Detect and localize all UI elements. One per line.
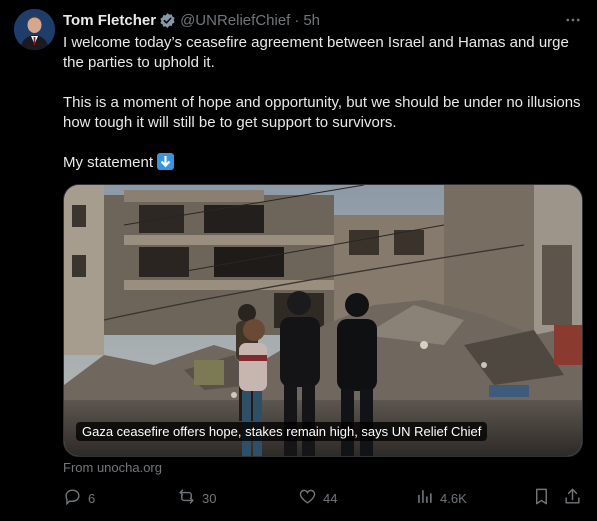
reply-button[interactable]: 6 <box>63 486 95 510</box>
views-count: 4.6K <box>440 490 467 506</box>
tweet-paragraph-3: My statement <box>63 153 583 173</box>
header-separator: · <box>294 11 300 29</box>
author-handle[interactable]: @UNReliefChief <box>180 12 290 29</box>
link-card[interactable]: Gaza ceasefire offers hope, stakes remai… <box>63 184 583 457</box>
more-options-icon[interactable] <box>563 10 583 30</box>
tweet-paragraph-1: I welcome today’s ceasefire agreement be… <box>63 34 569 71</box>
views-chart-icon <box>415 487 434 509</box>
tweet-text: I welcome today’s ceasefire agreement be… <box>63 33 583 173</box>
bookmark-icon <box>532 487 551 509</box>
statement-label: My statement <box>63 154 154 171</box>
repost-icon <box>177 487 196 509</box>
action-bar: 6 30 44 4.6K <box>63 486 583 510</box>
repost-count: 30 <box>202 490 217 506</box>
tweet-header: Tom Fletcher @UNReliefChief · 5h <box>63 10 583 30</box>
verified-badge-icon <box>159 12 176 29</box>
reply-count: 6 <box>88 490 96 506</box>
share-button[interactable] <box>563 486 582 510</box>
heart-icon <box>298 487 317 509</box>
avatar[interactable] <box>14 9 55 50</box>
down-arrow-emoji-icon <box>157 153 175 170</box>
share-icon <box>563 487 582 509</box>
card-source[interactable]: From unocha.org <box>63 460 162 475</box>
card-caption[interactable]: Gaza ceasefire offers hope, stakes remai… <box>76 422 488 441</box>
author-name[interactable]: Tom Fletcher <box>63 12 156 29</box>
tweet: Tom Fletcher @UNReliefChief · 5h I welco… <box>0 0 597 521</box>
tweet-paragraph-2: This is a moment of hope and opportunity… <box>63 94 581 131</box>
reply-icon <box>63 487 82 509</box>
bookmark-button[interactable] <box>532 486 551 510</box>
tweet-timestamp[interactable]: 5h <box>303 12 320 29</box>
views-button[interactable]: 4.6K <box>415 486 467 510</box>
like-button[interactable]: 44 <box>298 486 337 510</box>
repost-button[interactable]: 30 <box>177 486 216 510</box>
like-count: 44 <box>323 490 338 506</box>
card-image <box>64 185 582 456</box>
